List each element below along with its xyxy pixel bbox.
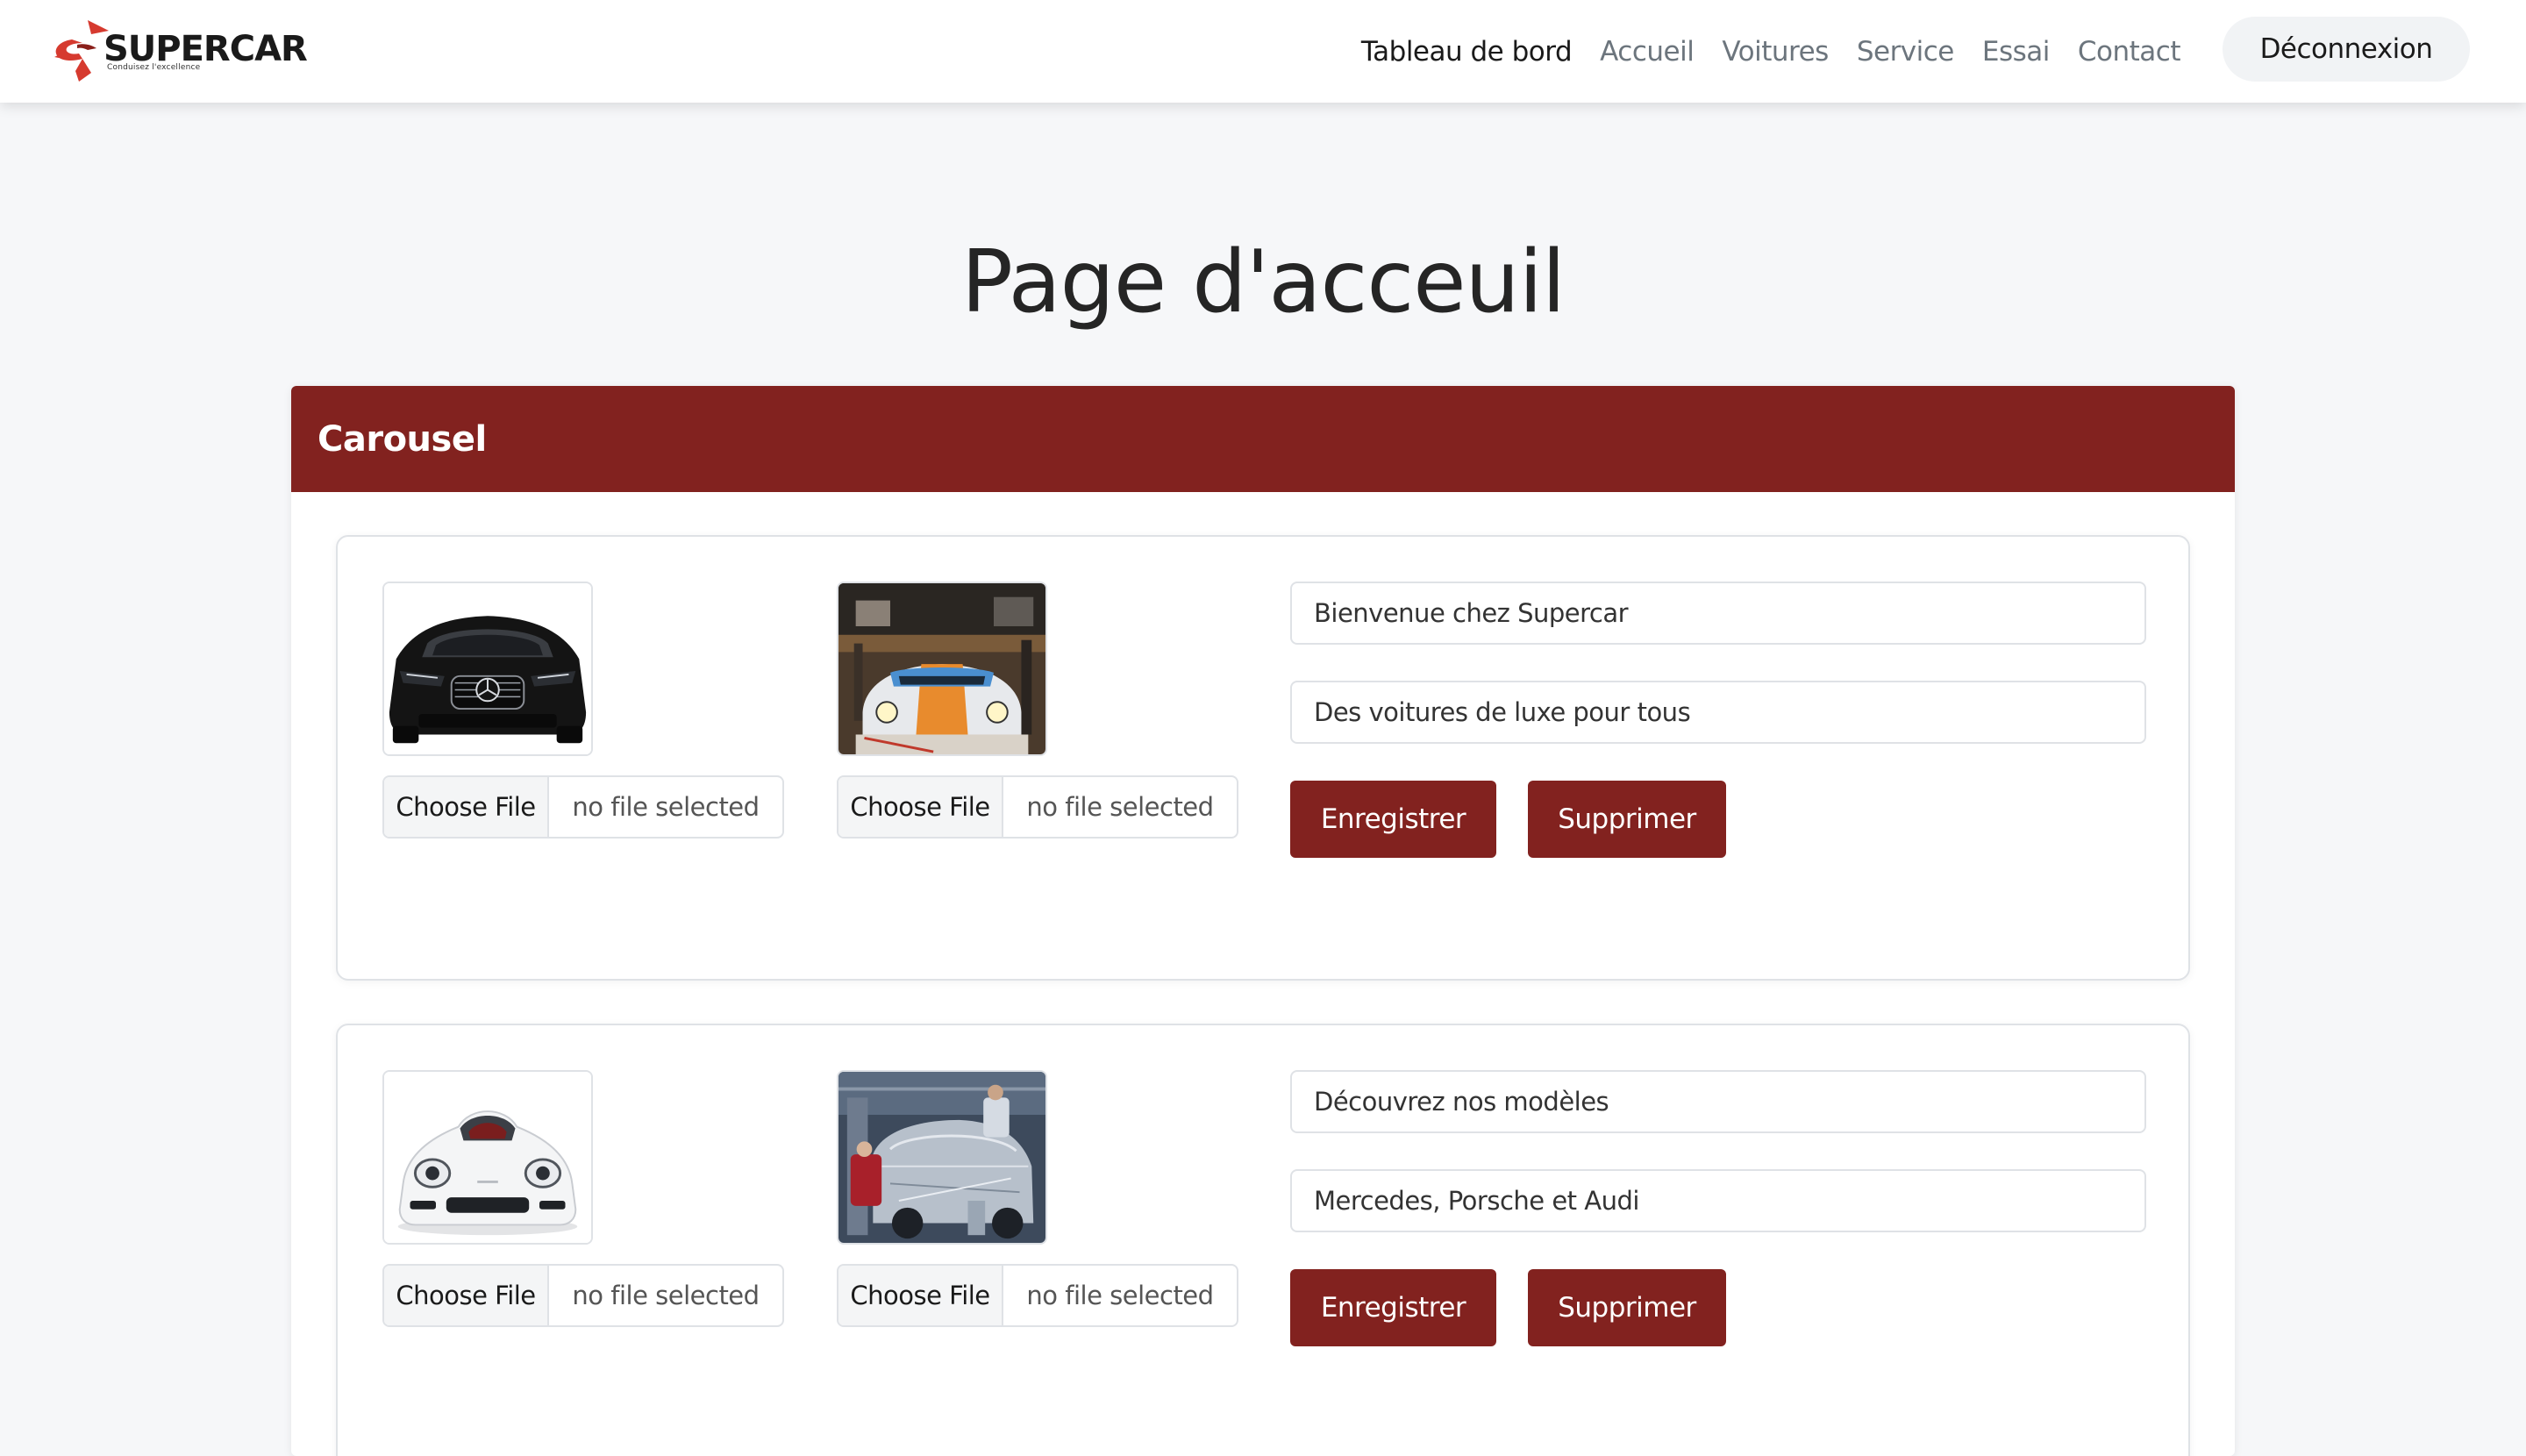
image-file-input-2[interactable]: Choose File no file selected — [837, 1264, 1238, 1327]
choose-file-button[interactable]: Choose File — [384, 777, 549, 837]
supercar-logo-icon — [53, 18, 111, 83]
nav-link-contact[interactable]: Contact — [2078, 36, 2181, 68]
slide-title-input[interactable] — [1290, 582, 2146, 645]
navbar: SUPERCAR Conduisez l'excellence Tableau … — [0, 0, 2526, 103]
choose-file-button[interactable]: Choose File — [838, 1266, 1003, 1325]
nav-link-essai[interactable]: Essai — [1982, 36, 2051, 68]
nav-link-accueil[interactable]: Accueil — [1600, 36, 1695, 68]
file-status: no file selected — [572, 792, 760, 822]
choose-file-button[interactable]: Choose File — [384, 1266, 549, 1325]
slide-subtitle-input[interactable] — [1290, 1169, 2146, 1232]
page-title: Page d'acceuil — [960, 232, 1566, 332]
nav-link-tableau-de-bord[interactable]: Tableau de bord — [1361, 36, 1573, 68]
car-workshop-image — [837, 1070, 1047, 1245]
choose-file-button[interactable]: Choose File — [838, 777, 1003, 837]
carousel-card-title: Carousel — [318, 418, 487, 460]
delete-button[interactable]: Supprimer — [1528, 1269, 1726, 1346]
white-porsche-front-image — [382, 1070, 593, 1245]
carousel-card-header: Carousel — [291, 386, 2235, 492]
image-file-input-1[interactable]: Choose File no file selected — [382, 1264, 784, 1327]
slide-subtitle-input[interactable] — [1290, 681, 2146, 744]
nav-link-service[interactable]: Service — [1857, 36, 1955, 68]
brand-logo[interactable]: SUPERCAR Conduisez l'excellence — [53, 16, 308, 86]
file-status: no file selected — [1026, 1281, 1214, 1310]
black-mercedes-front-image — [382, 582, 593, 756]
nav-link-voitures[interactable]: Voitures — [1722, 36, 1829, 68]
logout-button[interactable]: Déconnexion — [2223, 17, 2470, 82]
file-status: no file selected — [1026, 792, 1214, 822]
race-car-garage-image — [837, 582, 1047, 756]
save-button[interactable]: Enregistrer — [1290, 781, 1496, 858]
nav-links: Tableau de bord Accueil Voitures Service… — [1361, 0, 2181, 103]
carousel-card: Carousel Choose File no file selected Ch… — [291, 386, 2235, 1456]
save-button[interactable]: Enregistrer — [1290, 1269, 1496, 1346]
image-file-input-1[interactable]: Choose File no file selected — [382, 775, 784, 839]
carousel-slide-2: Choose File no file selected Choose File… — [336, 1024, 2190, 1456]
image-file-input-2[interactable]: Choose File no file selected — [837, 775, 1238, 839]
delete-button[interactable]: Supprimer — [1528, 781, 1726, 858]
carousel-slide-1: Choose File no file selected Choose File… — [336, 535, 2190, 981]
file-status: no file selected — [572, 1281, 760, 1310]
slide-title-input[interactable] — [1290, 1070, 2146, 1133]
